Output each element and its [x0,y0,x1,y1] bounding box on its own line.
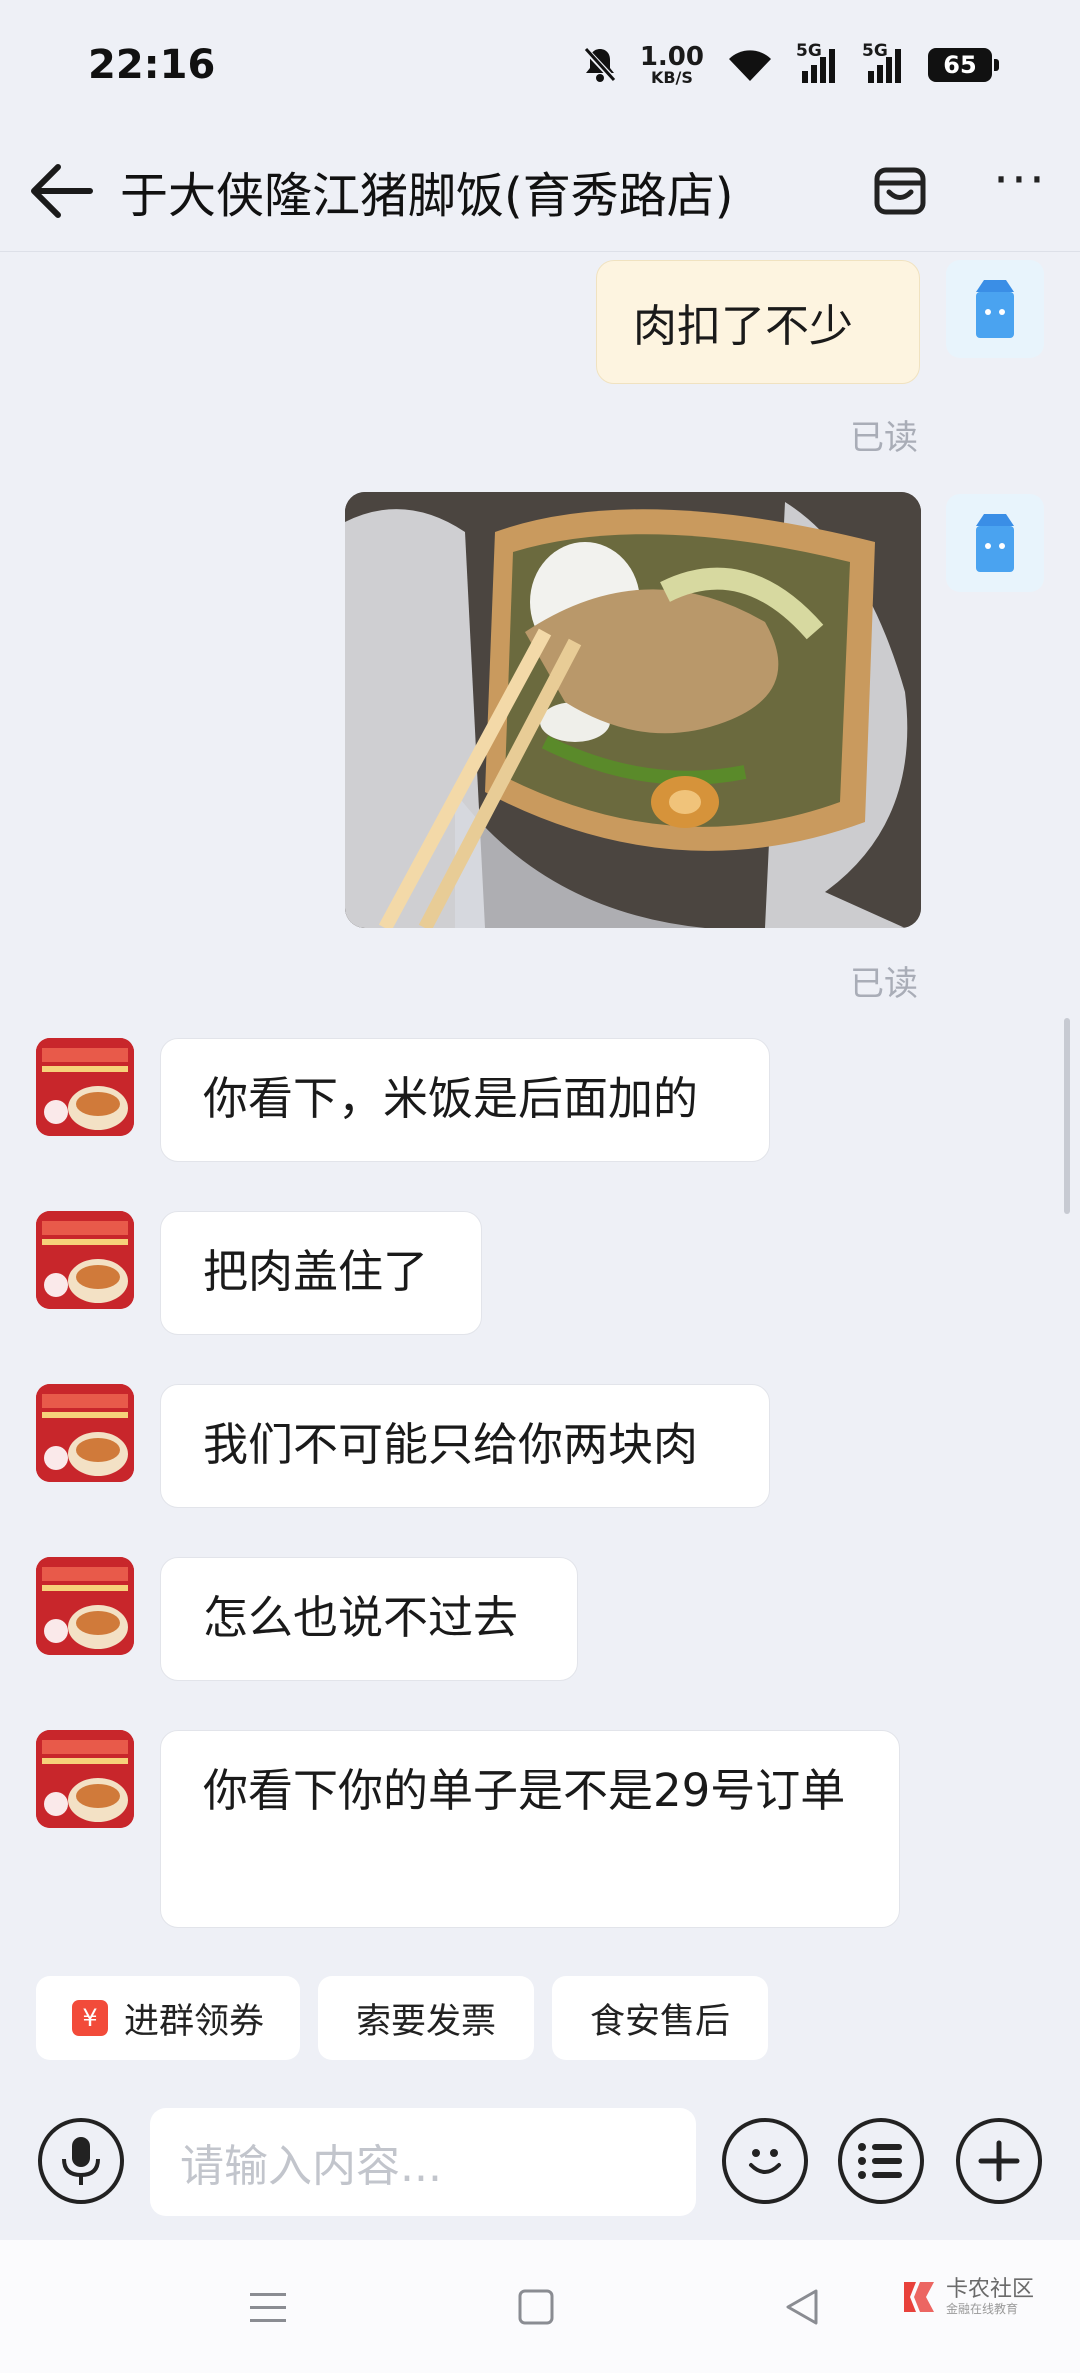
back-button[interactable] [0,136,120,246]
shop-logo-icon [36,1038,134,1136]
plus-icon [978,2140,1020,2182]
user-avatar[interactable] [946,260,1044,358]
coupon-icon: ¥ [71,2000,108,2036]
message-input[interactable]: 请输入内容... [150,2108,696,2216]
shop-avatar[interactable] [36,1211,134,1309]
shop-avatar[interactable] [36,1384,134,1482]
emoji-button[interactable] [722,2118,808,2204]
outgoing-message[interactable]: 肉扣了不少 [596,260,920,384]
add-button[interactable] [956,2118,1042,2204]
battery-icon: 65 [928,48,999,82]
microphone-icon [62,2137,100,2185]
incoming-message[interactable]: 你看下，米饭是后面加的 [160,1038,770,1162]
bell-muted-icon [582,46,618,84]
chat-header: 于大侠隆江猪脚饭(育秀路店) ··· [0,130,1080,252]
voice-button[interactable] [38,2118,124,2204]
message-text: 你看下你的单子是不是29号订单 [203,1764,846,1817]
hamburger-icon [250,2292,286,2322]
nav-home-button[interactable] [466,2240,606,2373]
page-title: 于大侠隆江猪脚饭(育秀路店) [120,167,734,224]
more-icon: ··· [993,150,1047,209]
shop-avatar[interactable] [36,1557,134,1655]
quick-action-label: 索要发票 [355,2001,496,2042]
milk-carton-icon [976,514,1014,572]
watermark: 卡农社区 金融在线教育 [900,2278,1034,2316]
read-status: 已读 [850,418,918,458]
shop-logo-icon [36,1557,134,1655]
store-button[interactable] [840,136,960,246]
scrollbar[interactable] [1064,1018,1070,1214]
quick-action-join-group[interactable]: ¥ 进群领券 [36,1976,300,2060]
user-avatar[interactable] [946,494,1044,592]
battery-level: 65 [943,51,977,79]
incoming-message[interactable]: 你看下你的单子是不是29号订单 [160,1730,900,1928]
speed-unit: KB/S [650,68,693,87]
incoming-message[interactable]: 我们不可能只给你两块肉 [160,1384,770,1508]
message-text: 你看下，米饭是后面加的 [203,1072,699,1125]
more-button[interactable]: ··· [960,136,1080,246]
emoji-icon [749,2149,781,2174]
network-speed: 1.00 KB/S [640,44,704,86]
quick-action-after-sales[interactable]: 食安售后 [552,1976,768,2060]
chat-screen: 22:16 1.00 KB/S 5G 5G 65 于大侠隆江猪脚饭(育秀路店) … [0,0,1080,2373]
read-status: 已读 [850,964,918,1004]
watermark-sub: 金融在线教育 [946,2301,1019,2316]
message-text: 把肉盖住了 [203,1245,429,1298]
speed-value: 1.00 [639,42,704,72]
store-icon [874,167,926,214]
status-icons: 1.00 KB/S 5G 5G 65 [582,41,999,86]
message-text: 怎么也说不过去 [203,1591,519,1644]
shop-avatar[interactable] [36,1730,134,1828]
watermark-main: 卡农社区 [946,2277,1035,2303]
shop-logo-icon [36,1730,134,1828]
quick-action-label: 食安售后 [589,2001,730,2042]
header-actions: ··· [840,136,1080,246]
status-time: 22:16 [88,42,216,88]
signal-icon-sim2: 5G [862,41,906,85]
back-arrow-icon [31,163,93,218]
wifi-icon [729,50,771,81]
list-icon [858,2143,902,2179]
input-placeholder: 请输入内容... [180,2141,442,2192]
nav-back-button[interactable] [732,2240,872,2373]
quick-action-label: 进群领券 [123,2001,264,2042]
shop-avatar[interactable] [36,1038,134,1136]
menu-list-button[interactable] [838,2118,924,2204]
quick-action-invoice[interactable]: 索要发票 [318,1976,534,2060]
kanong-logo-icon [904,2282,934,2312]
watermark-text: 卡农社区 金融在线教育 [946,2277,1035,2316]
back-triangle-icon [786,2289,818,2324]
nav-menu-button[interactable] [198,2240,338,2373]
sim2-label: 5G [862,41,888,61]
message-text: 我们不可能只给你两块肉 [203,1418,699,1471]
message-list[interactable]: 肉扣了不少 已读 已读 你看下，米饭是后面加的 把肉盖住了 我们不可能只给你两块… [0,252,1080,1952]
sim1-label: 5G [796,41,822,61]
signal-icon-sim1: 5G [796,41,840,85]
home-square-icon [518,2289,554,2324]
food-photo[interactable] [345,492,921,928]
shop-logo-icon [36,1211,134,1309]
food-photo-image [345,492,921,928]
message-text: 肉扣了不少 [633,301,853,352]
shop-logo-icon [36,1384,134,1482]
incoming-message[interactable]: 怎么也说不过去 [160,1557,578,1681]
status-bar: 22:16 1.00 KB/S 5G 5G 65 [0,0,1080,130]
milk-carton-icon [976,280,1014,338]
incoming-message[interactable]: 把肉盖住了 [160,1211,482,1335]
